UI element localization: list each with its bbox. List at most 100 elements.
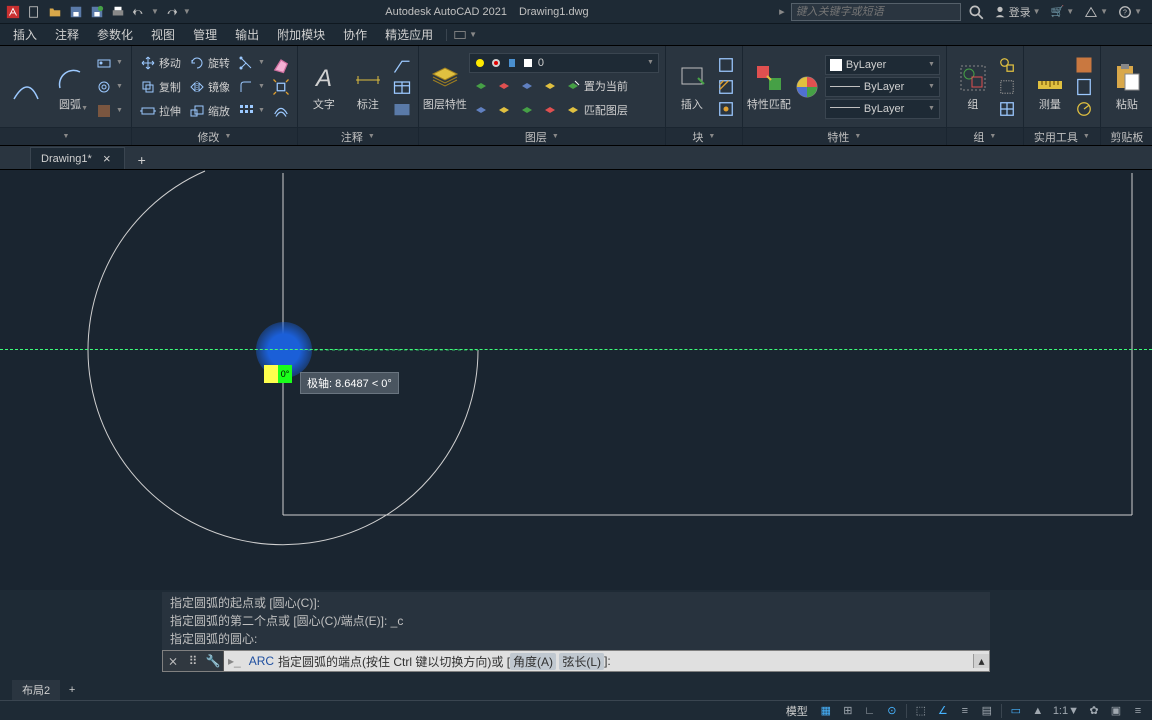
- layer-props-button[interactable]: 图层特性: [425, 62, 465, 112]
- offset-icon[interactable]: [271, 99, 291, 119]
- layer-match[interactable]: 匹配图层: [563, 99, 630, 121]
- scale-button[interactable]: 缩放: [187, 100, 232, 122]
- menu-extra-icon[interactable]: [451, 26, 469, 44]
- status-lwt-icon[interactable]: ≡: [955, 702, 975, 720]
- group-manager-icon[interactable]: [997, 99, 1017, 119]
- save-icon[interactable]: [67, 3, 85, 21]
- linetype-combo[interactable]: ByLayer▼: [825, 99, 940, 119]
- block-sm-2[interactable]: [716, 77, 736, 97]
- block-sm-3[interactable]: [716, 99, 736, 119]
- draw-extra-1[interactable]: ▼: [94, 52, 125, 74]
- cmd-option-angle[interactable]: 角度(A): [510, 653, 556, 670]
- help-icon[interactable]: ?▼: [1116, 3, 1144, 21]
- layer-sm-7[interactable]: [517, 100, 537, 120]
- status-scale[interactable]: 1:1▼: [1050, 702, 1082, 720]
- color-combo[interactable]: ByLayer▼: [825, 55, 940, 75]
- open-icon[interactable]: [46, 3, 64, 21]
- rotate-button[interactable]: 旋转: [187, 52, 232, 74]
- undo-icon[interactable]: [130, 3, 148, 21]
- saveas-icon[interactable]: [88, 3, 106, 21]
- explode-icon[interactable]: [271, 77, 291, 97]
- block-sm-1[interactable]: [716, 55, 736, 75]
- cmd-config-icon[interactable]: 🔧: [203, 651, 223, 671]
- layer-sm-4[interactable]: [540, 76, 560, 96]
- layer-setcurrent[interactable]: 置为当前: [563, 75, 630, 97]
- status-polar-icon[interactable]: ⊙: [882, 702, 902, 720]
- group-edit-icon[interactable]: [997, 77, 1017, 97]
- menu-insert[interactable]: 插入: [4, 24, 46, 45]
- menu-manage[interactable]: 管理: [184, 24, 226, 45]
- draw-extra-2[interactable]: ▼: [94, 76, 125, 98]
- text-button[interactable]: A文字: [304, 62, 344, 112]
- util-sm-2[interactable]: [1074, 77, 1094, 97]
- plot-icon[interactable]: [109, 3, 127, 21]
- layer-combo[interactable]: 0 ▼: [469, 53, 659, 73]
- util-sm-1[interactable]: [1074, 55, 1094, 75]
- status-otrack-icon[interactable]: ∠: [933, 702, 953, 720]
- line-button[interactable]: [6, 71, 46, 103]
- draw-extra-3[interactable]: ▼: [94, 100, 125, 122]
- status-osnap-icon[interactable]: ⬚: [911, 702, 931, 720]
- layer-sm-8[interactable]: [540, 100, 560, 120]
- layer-sm-3[interactable]: [517, 76, 537, 96]
- anno-extra-icon[interactable]: [392, 99, 412, 119]
- status-custom-icon[interactable]: ≡: [1128, 702, 1148, 720]
- measure-button[interactable]: 测量: [1030, 62, 1070, 112]
- layer-sm-2[interactable]: [494, 76, 514, 96]
- leader-icon[interactable]: [392, 55, 412, 75]
- insert-button[interactable]: 插入: [672, 62, 712, 112]
- status-grid-icon[interactable]: ▦: [816, 702, 836, 720]
- menu-annotate[interactable]: 注释: [46, 24, 88, 45]
- status-ortho-icon[interactable]: ∟: [860, 702, 880, 720]
- account-button[interactable]: 登录 ▼: [991, 3, 1043, 21]
- group-button[interactable]: 组: [953, 62, 993, 112]
- layer-sm-1[interactable]: [471, 76, 491, 96]
- dimension-button[interactable]: 标注: [348, 62, 388, 112]
- erase-icon[interactable]: [271, 55, 291, 75]
- util-sm-3[interactable]: [1074, 99, 1094, 119]
- new-icon[interactable]: [25, 3, 43, 21]
- colorwheel-icon[interactable]: [793, 71, 821, 103]
- cmd-handle-icon[interactable]: ⠿: [183, 651, 203, 671]
- layout-add-button[interactable]: +: [64, 682, 80, 698]
- status-model[interactable]: 模型: [780, 703, 814, 719]
- autodesk-icon[interactable]: ▼: [1082, 3, 1110, 21]
- table-icon[interactable]: [392, 77, 412, 97]
- copy-button[interactable]: 复制: [138, 76, 183, 98]
- cart-icon[interactable]: 🛒▼: [1049, 3, 1077, 21]
- drawing-canvas[interactable]: 0° 极轴: 8.6487 < 0°: [0, 170, 1152, 590]
- command-prompt-bar[interactable]: ⨯ ⠿ 🔧 ▸_ ARC 指定圆弧的端点(按住 Ctrl 键以切换方向)或 [ …: [162, 650, 990, 672]
- menu-output[interactable]: 输出: [226, 24, 268, 45]
- menu-collab[interactable]: 协作: [334, 24, 376, 45]
- array-button[interactable]: ▼: [236, 100, 267, 122]
- status-qp-icon[interactable]: ▭: [1006, 702, 1026, 720]
- fillet-button[interactable]: ▼: [236, 76, 267, 98]
- layout-tab-2[interactable]: 布局2: [12, 680, 60, 700]
- close-icon[interactable]: ×: [100, 152, 114, 166]
- lineweight-combo[interactable]: ByLayer▼: [825, 77, 940, 97]
- arc-button[interactable]: 圆弧▼: [50, 62, 90, 112]
- layer-sm-5[interactable]: [471, 100, 491, 120]
- redo-icon[interactable]: [162, 3, 180, 21]
- status-gear-icon[interactable]: ✿: [1084, 702, 1104, 720]
- dynamic-input[interactable]: 0°: [264, 365, 292, 383]
- trim-button[interactable]: ▼: [236, 52, 267, 74]
- add-tab-button[interactable]: +: [131, 151, 153, 169]
- menu-view[interactable]: 视图: [142, 24, 184, 45]
- cmd-close-icon[interactable]: ⨯: [163, 651, 183, 671]
- status-max-icon[interactable]: ▣: [1106, 702, 1126, 720]
- app-menu-icon[interactable]: [4, 3, 22, 21]
- matchprop-button[interactable]: 特性匹配: [749, 62, 789, 112]
- ungroup-icon[interactable]: [997, 55, 1017, 75]
- menu-addins[interactable]: 附加模块: [268, 24, 334, 45]
- file-tab-drawing1[interactable]: Drawing1* ×: [30, 147, 125, 169]
- status-sc-icon[interactable]: ▲: [1028, 702, 1048, 720]
- menu-featured[interactable]: 精选应用: [376, 24, 442, 45]
- search-input[interactable]: [791, 3, 961, 21]
- cmd-option-chord[interactable]: 弦长(L): [559, 653, 604, 670]
- move-button[interactable]: 移动: [138, 52, 183, 74]
- mirror-button[interactable]: 镜像: [187, 76, 232, 98]
- status-transp-icon[interactable]: ▤: [977, 702, 997, 720]
- paste-button[interactable]: 粘贴: [1107, 62, 1147, 112]
- cmd-scroll-up[interactable]: ▴: [973, 654, 989, 668]
